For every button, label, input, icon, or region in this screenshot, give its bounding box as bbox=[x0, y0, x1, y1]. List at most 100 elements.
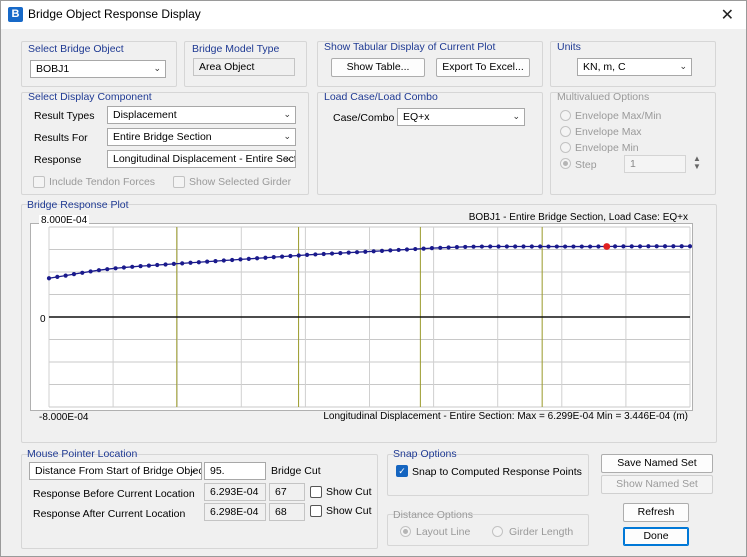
multivalued-options-label: Multivalued Options bbox=[557, 91, 650, 103]
data-point bbox=[429, 246, 435, 251]
chevron-down-icon: ⌄ bbox=[283, 109, 291, 119]
bridge-object-value: BOBJ1 bbox=[36, 63, 70, 75]
chevron-down-icon: ⌄ bbox=[153, 63, 161, 73]
data-point bbox=[363, 249, 368, 254]
envelope-min-label: Envelope Min bbox=[575, 142, 639, 154]
chevron-down-icon: ⌄ bbox=[283, 153, 291, 163]
show-named-set-button[interactable]: Show Named Set bbox=[601, 475, 713, 494]
data-point bbox=[571, 244, 576, 249]
envelope-maxmin-radio[interactable] bbox=[560, 110, 571, 121]
response-before-cut-field: 67 bbox=[269, 483, 305, 501]
response-after-cut-field: 68 bbox=[269, 503, 305, 521]
data-point bbox=[379, 248, 385, 253]
data-point bbox=[121, 265, 127, 270]
data-point bbox=[488, 244, 493, 249]
save-named-set-button[interactable]: Save Named Set bbox=[601, 454, 713, 473]
data-point bbox=[146, 263, 151, 268]
step-radio[interactable] bbox=[560, 158, 571, 169]
data-point bbox=[671, 244, 676, 249]
plot-header-text: BOBJ1 - Entire Bridge Section, Load Case… bbox=[468, 212, 688, 223]
data-point bbox=[438, 245, 443, 250]
data-point bbox=[96, 268, 102, 273]
data-point bbox=[563, 244, 568, 249]
show-cut-after-checkbox[interactable] bbox=[310, 505, 322, 517]
load-case-label: Load Case/Load Combo bbox=[324, 91, 438, 103]
results-for-select[interactable]: Entire Bridge Section ⌄ bbox=[107, 128, 296, 146]
distance-mode-select[interactable]: Distance From Start of Bridge Object ⌄ bbox=[29, 462, 202, 480]
data-point bbox=[454, 245, 460, 250]
chevron-down-icon: ⌄ bbox=[679, 61, 687, 71]
data-point bbox=[687, 244, 693, 249]
result-types-label: Result Types bbox=[34, 110, 95, 122]
data-point bbox=[279, 254, 285, 259]
show-cut-before-checkbox[interactable] bbox=[310, 486, 322, 498]
step-spinner[interactable]: ▲ ▼ bbox=[691, 155, 703, 173]
show-table-button[interactable]: Show Table... bbox=[331, 58, 425, 77]
data-point bbox=[205, 259, 210, 264]
snap-to-points-label: Snap to Computed Response Points bbox=[412, 466, 582, 478]
include-tendon-forces-label: Include Tendon Forces bbox=[49, 176, 156, 188]
response-plot[interactable]: 8.000E-04 0 -8.000E-04 BOBJ1 - Entire Br… bbox=[30, 212, 693, 423]
data-point bbox=[446, 245, 451, 250]
distance-value-field[interactable]: 95. bbox=[204, 462, 266, 480]
close-icon[interactable]: ✕ bbox=[721, 5, 734, 25]
data-point bbox=[513, 244, 518, 249]
data-point bbox=[163, 262, 168, 267]
results-for-value: Entire Bridge Section bbox=[113, 131, 212, 143]
case-combo-select[interactable]: EQ+x ⌄ bbox=[397, 108, 525, 126]
y-axis-min-label: -8.000E-04 bbox=[39, 412, 89, 423]
data-point bbox=[180, 261, 185, 266]
data-point bbox=[271, 255, 276, 260]
data-point bbox=[171, 261, 176, 266]
refresh-button[interactable]: Refresh bbox=[623, 503, 689, 522]
response-before-label: Response Before Current Location bbox=[33, 488, 195, 500]
data-point bbox=[479, 244, 484, 249]
data-point bbox=[421, 246, 426, 251]
select-bridge-object-label: Select Bridge Object bbox=[28, 43, 124, 55]
envelope-max-label: Envelope Max bbox=[575, 126, 642, 138]
step-value-field[interactable]: 1 bbox=[624, 155, 686, 173]
include-tendon-forces-checkbox[interactable] bbox=[33, 176, 45, 188]
data-point bbox=[338, 251, 343, 256]
result-types-select[interactable]: Displacement ⌄ bbox=[107, 106, 296, 124]
bridge-cut-label: Bridge Cut bbox=[271, 465, 321, 477]
chevron-down-icon: ⌄ bbox=[189, 465, 197, 475]
data-point bbox=[529, 244, 534, 249]
data-point bbox=[46, 276, 52, 281]
girder-length-radio[interactable] bbox=[492, 526, 503, 537]
layout-line-radio[interactable] bbox=[400, 526, 411, 537]
snap-options-label: Snap Options bbox=[393, 448, 457, 460]
done-button[interactable]: Done bbox=[623, 527, 689, 546]
data-point bbox=[188, 260, 193, 265]
data-point bbox=[354, 250, 360, 255]
data-point bbox=[396, 247, 401, 253]
mouse-pointer-label: Mouse Pointer Location bbox=[27, 448, 138, 460]
case-combo-label: Case/Combo bbox=[333, 112, 395, 124]
chevron-down-icon: ⌄ bbox=[283, 131, 291, 141]
response-chart-svg bbox=[46, 226, 693, 408]
units-select[interactable]: KN, m, C ⌄ bbox=[577, 58, 692, 76]
data-point bbox=[388, 248, 393, 253]
data-point bbox=[221, 258, 226, 263]
results-for-label: Results For bbox=[34, 132, 88, 144]
app-icon: B bbox=[8, 7, 23, 22]
data-point bbox=[496, 244, 501, 249]
data-point bbox=[230, 257, 235, 263]
envelope-min-radio[interactable] bbox=[560, 142, 571, 153]
export-to-excel-button[interactable]: Export To Excel... bbox=[436, 58, 530, 77]
response-after-field: 6.298E-04 bbox=[204, 503, 266, 521]
envelope-max-radio[interactable] bbox=[560, 126, 571, 137]
data-point bbox=[346, 250, 351, 255]
data-point bbox=[596, 244, 601, 249]
show-selected-girder-checkbox[interactable] bbox=[173, 176, 185, 188]
response-after-label: Response After Current Location bbox=[33, 508, 186, 520]
snap-to-points-checkbox[interactable]: ✓ bbox=[396, 465, 408, 477]
data-point bbox=[629, 244, 634, 249]
data-point bbox=[196, 260, 201, 265]
response-select[interactable]: Longitudinal Displacement - Entire Secti… bbox=[107, 150, 296, 168]
bridge-object-select[interactable]: BOBJ1 ⌄ bbox=[30, 60, 166, 78]
display-component-label: Select Display Component bbox=[28, 91, 152, 103]
data-point bbox=[296, 253, 301, 258]
response-label: Response bbox=[34, 154, 82, 166]
data-point bbox=[321, 251, 326, 257]
